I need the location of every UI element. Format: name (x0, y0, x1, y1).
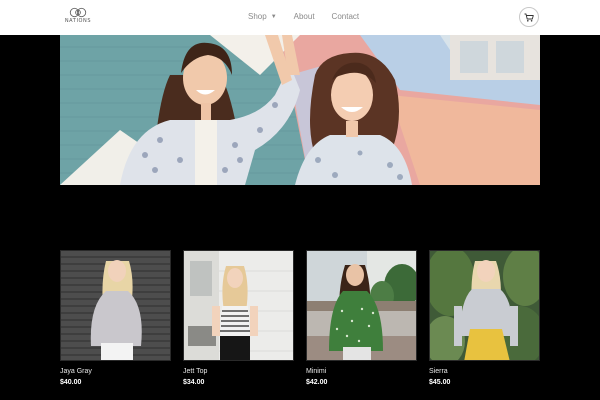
product-name[interactable]: Sierra (429, 367, 540, 376)
product-price: $45.00 (429, 379, 451, 386)
nav-contact-label: Contact (331, 12, 360, 21)
product-price: $40.00 (60, 379, 82, 386)
product-name[interactable]: Jaya Gray (60, 367, 171, 376)
product-card[interactable]: Sierra $45.00 (429, 250, 540, 387)
product-card[interactable]: Jett Top $34.00 (183, 250, 294, 387)
nav-about[interactable]: About (294, 12, 315, 21)
product-grid: Jaya Gray $40.00 Jett Top $34.00 Minimi … (60, 250, 540, 390)
shopping-cart-icon (524, 13, 534, 22)
product-image[interactable] (429, 250, 540, 361)
chevron-down-icon: ▼ (270, 13, 277, 20)
site-header: NATIONS Shop ▼ About Contact (0, 0, 600, 35)
product-image[interactable] (306, 250, 417, 361)
product-card[interactable]: Minimi $42.00 (306, 250, 417, 387)
main-nav: Shop ▼ About Contact (248, 12, 376, 21)
nav-contact[interactable]: Contact (332, 12, 360, 21)
logo-text: NATIONS (64, 18, 92, 24)
brand-logo[interactable]: NATIONS (62, 7, 94, 29)
nav-about-label: About (293, 12, 315, 21)
product-name[interactable]: Minimi (306, 367, 417, 376)
nav-shop-label: Shop (248, 12, 267, 21)
product-image[interactable] (60, 250, 171, 361)
logo-mark-icon (69, 7, 87, 18)
nav-shop[interactable]: Shop ▼ (248, 12, 277, 21)
product-image[interactable] (183, 250, 294, 361)
product-price: $42.00 (306, 379, 328, 386)
product-card[interactable]: Jaya Gray $40.00 (60, 250, 171, 387)
product-price: $34.00 (183, 379, 205, 386)
hero-banner-image (60, 35, 540, 185)
cart-button[interactable] (519, 7, 539, 27)
product-name[interactable]: Jett Top (183, 367, 294, 376)
